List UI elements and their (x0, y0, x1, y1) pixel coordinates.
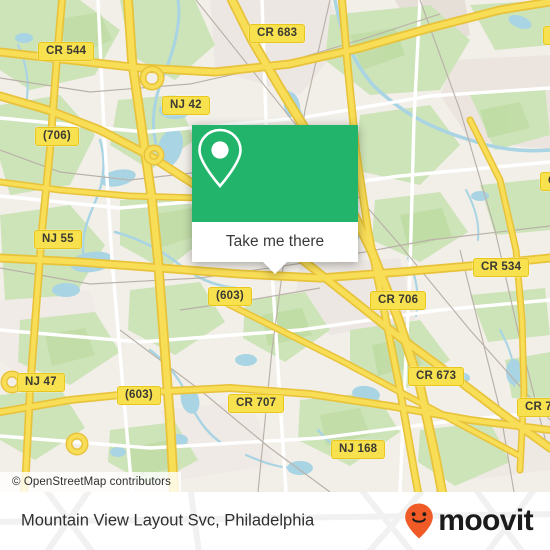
road-shield[interactable]: CR 6 (543, 26, 550, 45)
osm-attribution[interactable]: © OpenStreetMap contributors (0, 472, 181, 492)
road-shield[interactable]: CR 534 (473, 258, 530, 277)
road-shield[interactable]: NJ 55 (34, 230, 82, 249)
road-shield[interactable]: (706) (35, 127, 79, 146)
road-shield[interactable]: CR 70 (517, 398, 550, 417)
map-screen: CR 683 CR 544 NJ 42 (706) NJ 55 CR 534 (… (0, 0, 550, 550)
road-shield[interactable]: CR 706 (370, 291, 427, 310)
road-shield[interactable]: CR 544 (38, 42, 95, 61)
road-shield[interactable]: CR 673 (408, 367, 465, 386)
bottom-bar: Mountain View Layout Svc, Philadelphia m… (0, 492, 550, 550)
moovit-pin-icon (405, 503, 434, 539)
road-shield[interactable]: CR (540, 172, 550, 191)
road-shield[interactable]: (603) (117, 386, 161, 405)
take-me-there-button[interactable]: Take me there (192, 222, 358, 262)
popup-tail (263, 262, 287, 274)
moovit-wordmark: moovit (438, 504, 533, 537)
road-shield[interactable]: NJ 47 (17, 373, 65, 392)
moovit-logo[interactable]: moovit (404, 502, 534, 540)
place-name: Mountain View Layout Svc, Philadelphia (21, 511, 315, 530)
map-pin-icon (198, 128, 242, 188)
map-canvas[interactable]: CR 683 CR 544 NJ 42 (706) NJ 55 CR 534 (… (0, 0, 550, 492)
road-shield[interactable]: (603) (208, 287, 252, 306)
take-me-there-label: Take me there (225, 233, 325, 250)
road-shield[interactable]: CR 683 (249, 24, 306, 43)
popup-header (192, 125, 358, 222)
take-me-there-popup[interactable]: Take me there (192, 125, 358, 274)
road-shield[interactable]: NJ 168 (331, 440, 386, 459)
road-shield[interactable]: CR 707 (228, 394, 285, 413)
road-shield[interactable]: NJ 42 (162, 96, 210, 115)
